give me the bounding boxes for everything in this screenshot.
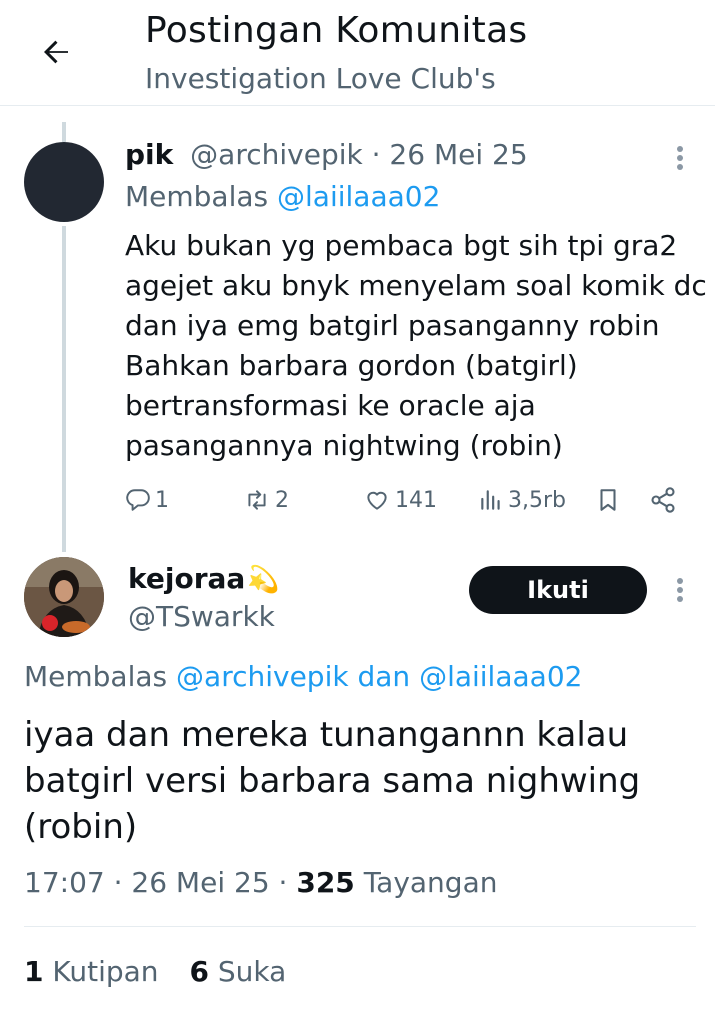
avatar[interactable] xyxy=(24,142,104,222)
share-icon xyxy=(651,487,675,513)
post-body-line: agejet aku bnyk menyelam soal komik dc xyxy=(125,269,707,302)
follow-button[interactable]: Ikuti xyxy=(469,566,647,614)
views-count: 3,5rb xyxy=(508,487,566,513)
likes-link[interactable]: 6 Suka xyxy=(189,955,286,988)
header: Postingan Komunitas Investigation Love C… xyxy=(0,0,715,106)
arrow-left-icon xyxy=(44,40,68,64)
post-body-line: dan iya emg batgirl pasanganny robin xyxy=(125,309,660,342)
author-handle[interactable]: @archivepik xyxy=(190,138,363,171)
like-button[interactable]: 141 xyxy=(363,480,437,520)
post-actions: 1 2 141 3,5rb xyxy=(125,480,695,520)
author-handle[interactable]: @TSwarkk xyxy=(128,600,275,633)
views-label: Tayangan xyxy=(354,866,498,899)
thread-line xyxy=(62,226,66,552)
quotes-label: Kutipan xyxy=(43,955,159,988)
thread-line-top xyxy=(62,122,66,142)
reply-button[interactable]: 1 xyxy=(125,480,169,520)
meta-separator: · xyxy=(269,866,297,899)
reply-prefix: Membalas xyxy=(24,660,177,693)
quotes-link[interactable]: 1 Kutipan xyxy=(24,955,159,988)
post-meta: 17:07 · 26 Mei 25 · 325 Tayangan xyxy=(24,866,497,899)
reply-mention[interactable]: @laiilaaa02 xyxy=(277,180,440,213)
sparkle-emoji: 💫 xyxy=(247,565,280,595)
heart-icon xyxy=(367,491,387,510)
more-options-button[interactable] xyxy=(668,142,692,174)
author-name[interactable]: kejoraa💫 xyxy=(128,562,280,595)
back-button[interactable] xyxy=(34,30,78,74)
views-button[interactable]: 3,5rb xyxy=(478,480,566,520)
bookmark-icon xyxy=(600,489,616,511)
post-date[interactable]: 26 Mei 25 xyxy=(131,866,269,899)
views-count: 325 xyxy=(296,866,355,899)
reply-and: dan xyxy=(348,660,420,693)
reply-prefix: Membalas xyxy=(125,180,278,213)
avatar-photo xyxy=(24,557,104,637)
views-chart-icon xyxy=(481,490,500,510)
like-count: 141 xyxy=(395,487,437,513)
meta-separator: · xyxy=(104,866,132,899)
reply-count: 1 xyxy=(155,487,169,513)
reply-mention[interactable]: @archivepik xyxy=(176,660,349,693)
repost-icon xyxy=(248,490,266,510)
author-name[interactable]: pik xyxy=(125,138,173,171)
reply-mention[interactable]: @laiilaaa02 xyxy=(419,660,582,693)
avatar[interactable] xyxy=(24,557,104,637)
post-date[interactable]: 26 Mei 25 xyxy=(389,138,527,171)
post-time[interactable]: 17:07 xyxy=(24,866,105,899)
reply-icon xyxy=(126,489,150,511)
post-body-line: bertransformasi ke oracle aja xyxy=(125,389,536,422)
author-name-text: kejoraa xyxy=(128,562,246,595)
community-name[interactable]: Investigation Love Club's xyxy=(145,62,496,95)
post-body-line: pasangannya nightwing (robin) xyxy=(125,429,563,462)
repost-count: 2 xyxy=(275,487,289,513)
meta-separator: · xyxy=(362,138,390,171)
post-body-line: (robin) xyxy=(24,807,138,847)
bookmark-button[interactable] xyxy=(595,480,621,520)
replying-to: Membalas @laiilaaa02 xyxy=(125,180,440,213)
likes-count: 6 xyxy=(189,955,209,988)
replying-to: Membalas @archivepik dan @laiilaaa02 xyxy=(24,660,582,693)
likes-label: Suka xyxy=(208,955,287,988)
post-body-line: iyaa dan mereka tunangannn kalau xyxy=(24,715,629,755)
divider xyxy=(24,926,696,927)
repost-button[interactable]: 2 xyxy=(243,480,289,520)
page-title: Postingan Komunitas xyxy=(145,10,528,51)
more-options-button[interactable] xyxy=(668,574,692,606)
quotes-count: 1 xyxy=(24,955,44,988)
post-body-line: batgirl versi barbara sama nighwing xyxy=(24,761,641,801)
post-body-line: Aku bukan yg pembaca bgt sih tpi gra2 xyxy=(125,229,678,262)
post-body: iyaa dan mereka tunangannn kalau batgirl… xyxy=(24,712,694,850)
post-header: pik @archivepik · 26 Mei 25 xyxy=(125,138,528,171)
post-body: Aku bukan yg pembaca bgt sih tpi gra2 ag… xyxy=(125,226,707,466)
post-body-line: Bahkan barbara gordon (batgirl) xyxy=(125,349,578,382)
post-stats: 1 Kutipan 6 Suka xyxy=(24,955,286,988)
share-button[interactable] xyxy=(649,480,677,520)
